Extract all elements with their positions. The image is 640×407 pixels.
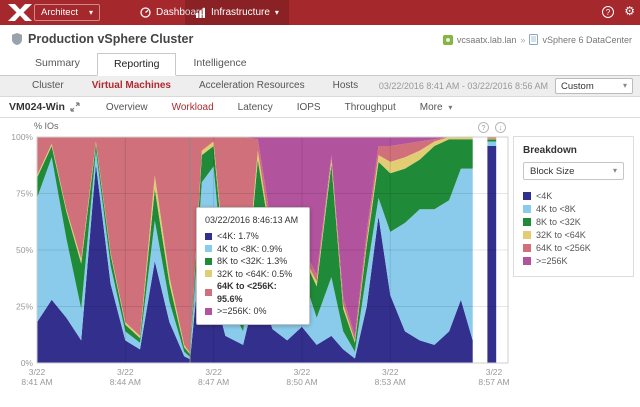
- svg-text:8:50 AM: 8:50 AM: [286, 377, 317, 387]
- svg-text:8:57 AM: 8:57 AM: [478, 377, 509, 387]
- series-swatch: [523, 217, 531, 226]
- svg-text:100%: 100%: [11, 132, 33, 142]
- series-swatch: [523, 204, 531, 213]
- series-swatch: [205, 289, 212, 296]
- svg-text:3/22: 3/22: [294, 367, 311, 377]
- legend-item[interactable]: 32K to <64K: [523, 228, 624, 241]
- help-icon[interactable]: ?: [602, 6, 614, 18]
- vm-tab-iops[interactable]: IOPS: [285, 102, 333, 113]
- series-swatch: [205, 257, 212, 265]
- svg-text:50%: 50%: [16, 245, 33, 255]
- top-navigation-bar: Architect ▾ Dashboard Infrastructure ▾ ?…: [0, 0, 640, 25]
- datacenter-document-icon: [529, 34, 539, 45]
- breadcrumb-vcenter[interactable]: vcsaatx.lab.lan: [457, 35, 517, 45]
- vm-tab-workload[interactable]: Workload: [160, 102, 226, 113]
- svg-text:8:41 AM: 8:41 AM: [21, 377, 52, 387]
- page-header: Production vSphere Cluster vcsaatx.lab.l…: [0, 25, 640, 52]
- nav-infrastructure[interactable]: Infrastructure ▾: [185, 0, 289, 25]
- series-swatch: [523, 243, 531, 252]
- legend-item[interactable]: 64K to <256K: [523, 241, 624, 254]
- time-range-value: Custom: [561, 80, 594, 92]
- breadcrumb: vcsaatx.lab.lan » vSphere 6 DataCenter: [442, 34, 632, 45]
- vcenter-icon: [442, 34, 453, 45]
- breakdown-select[interactable]: Block Size ▾: [523, 162, 624, 180]
- series-swatch: [205, 307, 212, 315]
- date-range-label: 03/22/2016 8:41 AM - 03/22/2016 8:56 AM: [378, 81, 548, 91]
- tooltip-row: 4K to <8K: 0.9%: [205, 243, 301, 256]
- legend-item[interactable]: 4K to <8K: [523, 202, 624, 215]
- legend-item[interactable]: 8K to <32K: [523, 215, 624, 228]
- product-select-value: Architect: [41, 7, 78, 18]
- settings-gear-icon[interactable]: ⚙: [624, 4, 635, 18]
- vm-name: VM024-Win: [9, 101, 65, 113]
- svg-text:8:53 AM: 8:53 AM: [375, 377, 406, 387]
- svg-text:3/22: 3/22: [29, 367, 46, 377]
- report-subtabs: Cluster Virtual Machines Acceleration Re…: [0, 76, 640, 97]
- tooltip-row: <4K: 1.7%: [205, 230, 301, 243]
- svg-text:3/22: 3/22: [382, 367, 399, 377]
- series-swatch: [205, 245, 212, 253]
- bar-chart-icon: [196, 8, 205, 18]
- svg-text:3/22: 3/22: [486, 367, 503, 377]
- breakdown-title: Breakdown: [523, 145, 577, 156]
- chart-tooltip: 03/22/2016 8:46:13 AM <4K: 1.7% 4K to <8…: [196, 207, 310, 325]
- breakdown-panel: Breakdown Block Size ▾ <4K 4K to <8K 8K …: [513, 136, 634, 277]
- breadcrumb-datacenter[interactable]: vSphere 6 DataCenter: [542, 35, 632, 45]
- expand-icon[interactable]: [70, 102, 80, 112]
- chevron-down-icon: ▾: [274, 7, 279, 17]
- svg-text:3/22: 3/22: [205, 367, 222, 377]
- tooltip-row: 8K to <32K: 1.3%: [205, 255, 301, 268]
- vm-toolbar: VM024-Win Overview Workload Latency IOPS…: [0, 97, 640, 118]
- subtab-acceleration-resources[interactable]: Acceleration Resources: [185, 76, 319, 96]
- nav-infrastructure-label: Infrastructure: [211, 7, 270, 18]
- breakdown-select-value: Block Size: [530, 165, 575, 177]
- tab-intelligence[interactable]: Intelligence: [176, 52, 263, 75]
- subtab-hosts[interactable]: Hosts: [319, 76, 373, 96]
- vm-tab-overview[interactable]: Overview: [94, 102, 160, 113]
- series-swatch: [523, 230, 531, 239]
- series-swatch: [523, 256, 531, 265]
- vm-tab-more[interactable]: More ▾: [408, 102, 465, 113]
- subtab-virtual-machines[interactable]: Virtual Machines: [78, 76, 185, 96]
- chevron-down-icon: ▾: [88, 7, 93, 17]
- series-swatch: [205, 270, 212, 278]
- cluster-shield-icon: [12, 33, 22, 45]
- svg-text:75%: 75%: [16, 189, 33, 199]
- x-brand-logo-icon: [8, 4, 32, 21]
- svg-text:8:47 AM: 8:47 AM: [198, 377, 229, 387]
- main-tabs: Summary Reporting Intelligence: [0, 52, 640, 76]
- product-select[interactable]: Architect ▾: [34, 4, 100, 21]
- tab-summary[interactable]: Summary: [18, 52, 97, 75]
- time-range-select[interactable]: Custom ▾: [555, 78, 633, 94]
- tab-reporting[interactable]: Reporting: [96, 53, 177, 76]
- series-swatch: [523, 191, 531, 200]
- breadcrumb-separator: »: [520, 34, 526, 45]
- gauge-icon: [140, 7, 151, 18]
- svg-text:8:44 AM: 8:44 AM: [110, 377, 141, 387]
- tooltip-row: >=256K: 0%: [205, 305, 301, 318]
- svg-text:25%: 25%: [16, 302, 33, 312]
- page-title: Production vSphere Cluster: [28, 32, 194, 46]
- tooltip-row: 32K to <64K: 0.5%: [205, 268, 301, 281]
- legend-item[interactable]: <4K: [523, 189, 624, 202]
- tooltip-timestamp: 03/22/2016 8:46:13 AM: [205, 215, 299, 225]
- tooltip-row: 64K to <256K: 95.6%: [205, 280, 301, 305]
- series-swatch: [205, 232, 212, 240]
- chevron-down-icon: ▾: [448, 102, 453, 112]
- vm-tab-latency[interactable]: Latency: [226, 102, 285, 113]
- subtab-cluster[interactable]: Cluster: [18, 76, 78, 96]
- chart-legend: <4K 4K to <8K 8K to <32K 32K to <64K 64K…: [523, 189, 624, 267]
- chevron-down-icon: ▾: [612, 166, 617, 175]
- vm-tab-throughput[interactable]: Throughput: [333, 102, 408, 113]
- svg-text:3/22: 3/22: [117, 367, 134, 377]
- chevron-down-icon: ▾: [622, 81, 627, 90]
- vm-tab-more-label: More: [419, 101, 443, 113]
- app-window: Architect ▾ Dashboard Infrastructure ▾ ?…: [0, 0, 640, 407]
- legend-item[interactable]: >=256K: [523, 254, 624, 267]
